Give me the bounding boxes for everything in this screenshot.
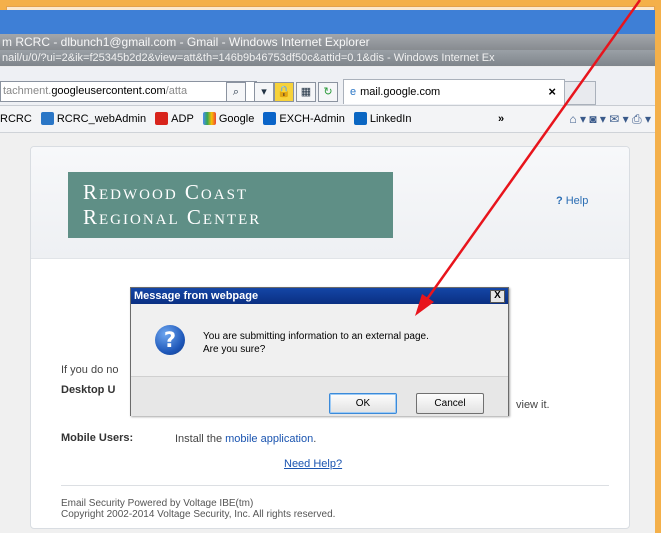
footer-powered-by: Email Security Powered by Voltage IBE(tm… (61, 498, 254, 509)
fav-label: RCRC (0, 113, 32, 125)
dialog-message-line-1: You are submitting information to an ext… (203, 331, 429, 342)
dropdown-icon[interactable]: ▾ (254, 82, 274, 102)
fav-label: ADP (171, 113, 194, 125)
outlook-icon (263, 112, 277, 125)
close-icon[interactable]: X (490, 290, 505, 303)
need-help-link[interactable]: Need Help? (284, 458, 342, 470)
command-bar-icons[interactable]: ⌂ ▾ ◙ ▾ ✉ ▾ ⎙ ▾ (569, 106, 651, 132)
rcrc-logo: Redwood Coast Regional Center (68, 172, 393, 238)
question-icon: ? (155, 325, 185, 355)
card-header: Redwood Coast Regional Center ? Help (31, 147, 629, 259)
browser-window: m RCRC - dlbunch1@gmail.com - Gmail - Wi… (0, 10, 655, 533)
refresh-icon[interactable]: ↻ (318, 82, 338, 102)
intro-text-fragment: If you do no (61, 364, 119, 376)
mobile-end: . (313, 433, 317, 445)
browser-tab-mail[interactable]: e mail.google.com × (343, 79, 565, 104)
mobile-application-link[interactable]: mobile application (225, 433, 313, 445)
favorite-linkedin[interactable]: LinkedIn (353, 106, 412, 132)
cancel-button[interactable]: Cancel (416, 393, 484, 414)
address-input[interactable]: tachment.googleusercontent.com/atta (0, 81, 257, 102)
help-icon: ? (556, 195, 563, 207)
help-label: Help (565, 195, 589, 207)
desktop-view-text: view it. (516, 399, 550, 411)
confirm-dialog: Message from webpage X ? You are submitt… (130, 287, 509, 416)
address-prefix: tachment. (3, 85, 52, 97)
mobile-users-label: Mobile Users: (61, 432, 134, 444)
favorite-rcrc-webadmin[interactable]: RCRC_webAdmin (40, 106, 147, 132)
favorite-exch-admin[interactable]: EXCH-Admin (263, 106, 345, 132)
adp-icon (155, 112, 169, 125)
new-tab-button[interactable] (564, 81, 596, 105)
address-suffix: /atta (165, 85, 188, 97)
linkedin-icon (353, 112, 367, 125)
dialog-title: Message from webpage (131, 288, 508, 304)
fav-label: EXCH-Admin (279, 113, 345, 125)
logo-line-1: Redwood Coast (83, 180, 249, 204)
ie-page-icon (40, 112, 54, 125)
fav-label: RCRC_webAdmin (56, 113, 147, 125)
desktop-users-label: Desktop U (61, 384, 116, 396)
ok-button[interactable]: OK (329, 393, 397, 414)
favorite-adp[interactable]: ADP (155, 106, 194, 132)
dialog-message-line-2: Are you sure? (203, 344, 266, 355)
favorite-google[interactable]: Google (202, 106, 255, 132)
mobile-text: Install the (175, 433, 226, 445)
dialog-button-bar: OK Cancel (131, 376, 508, 416)
os-title-strip (0, 10, 655, 34)
help-link[interactable]: ? Help (556, 195, 588, 207)
footer-divider (61, 485, 609, 486)
favorite-rcrc[interactable]: RCRC (0, 106, 32, 132)
fav-label: LinkedIn (369, 113, 412, 125)
popup-url-title: nail/u/0/?ui=2&ik=f25345b2d2&view=att&th… (0, 50, 655, 66)
logo-line-2: Regional Center (83, 205, 262, 229)
favorites-more-chevron[interactable]: » (498, 106, 504, 132)
lock-icon[interactable]: 🔒 (274, 82, 294, 102)
compat-view-icon[interactable]: ▦ (296, 82, 316, 102)
favorites-bar: RCRC RCRC_webAdmin ADP Google EXCH-Admin… (0, 106, 655, 133)
search-icon[interactable]: ⌕ (226, 82, 246, 102)
dialog-message: You are submitting information to an ext… (203, 330, 429, 356)
address-toolbar: tachment.googleusercontent.com/atta ⌕ ▾ … (0, 67, 655, 106)
mobile-users-text: Install the mobile application. (175, 433, 316, 445)
window-title: m RCRC - dlbunch1@gmail.com - Gmail - Wi… (0, 34, 655, 50)
address-domain: googleusercontent.com (51, 85, 166, 97)
tab-label: mail.google.com (360, 86, 441, 98)
ie-tab-icon: e (350, 86, 357, 98)
google-icon (202, 112, 216, 125)
fav-label: Google (218, 113, 255, 125)
tab-close-icon[interactable]: × (548, 80, 556, 104)
footer-copyright: Copyright 2002-2014 Voltage Security, In… (61, 509, 336, 520)
